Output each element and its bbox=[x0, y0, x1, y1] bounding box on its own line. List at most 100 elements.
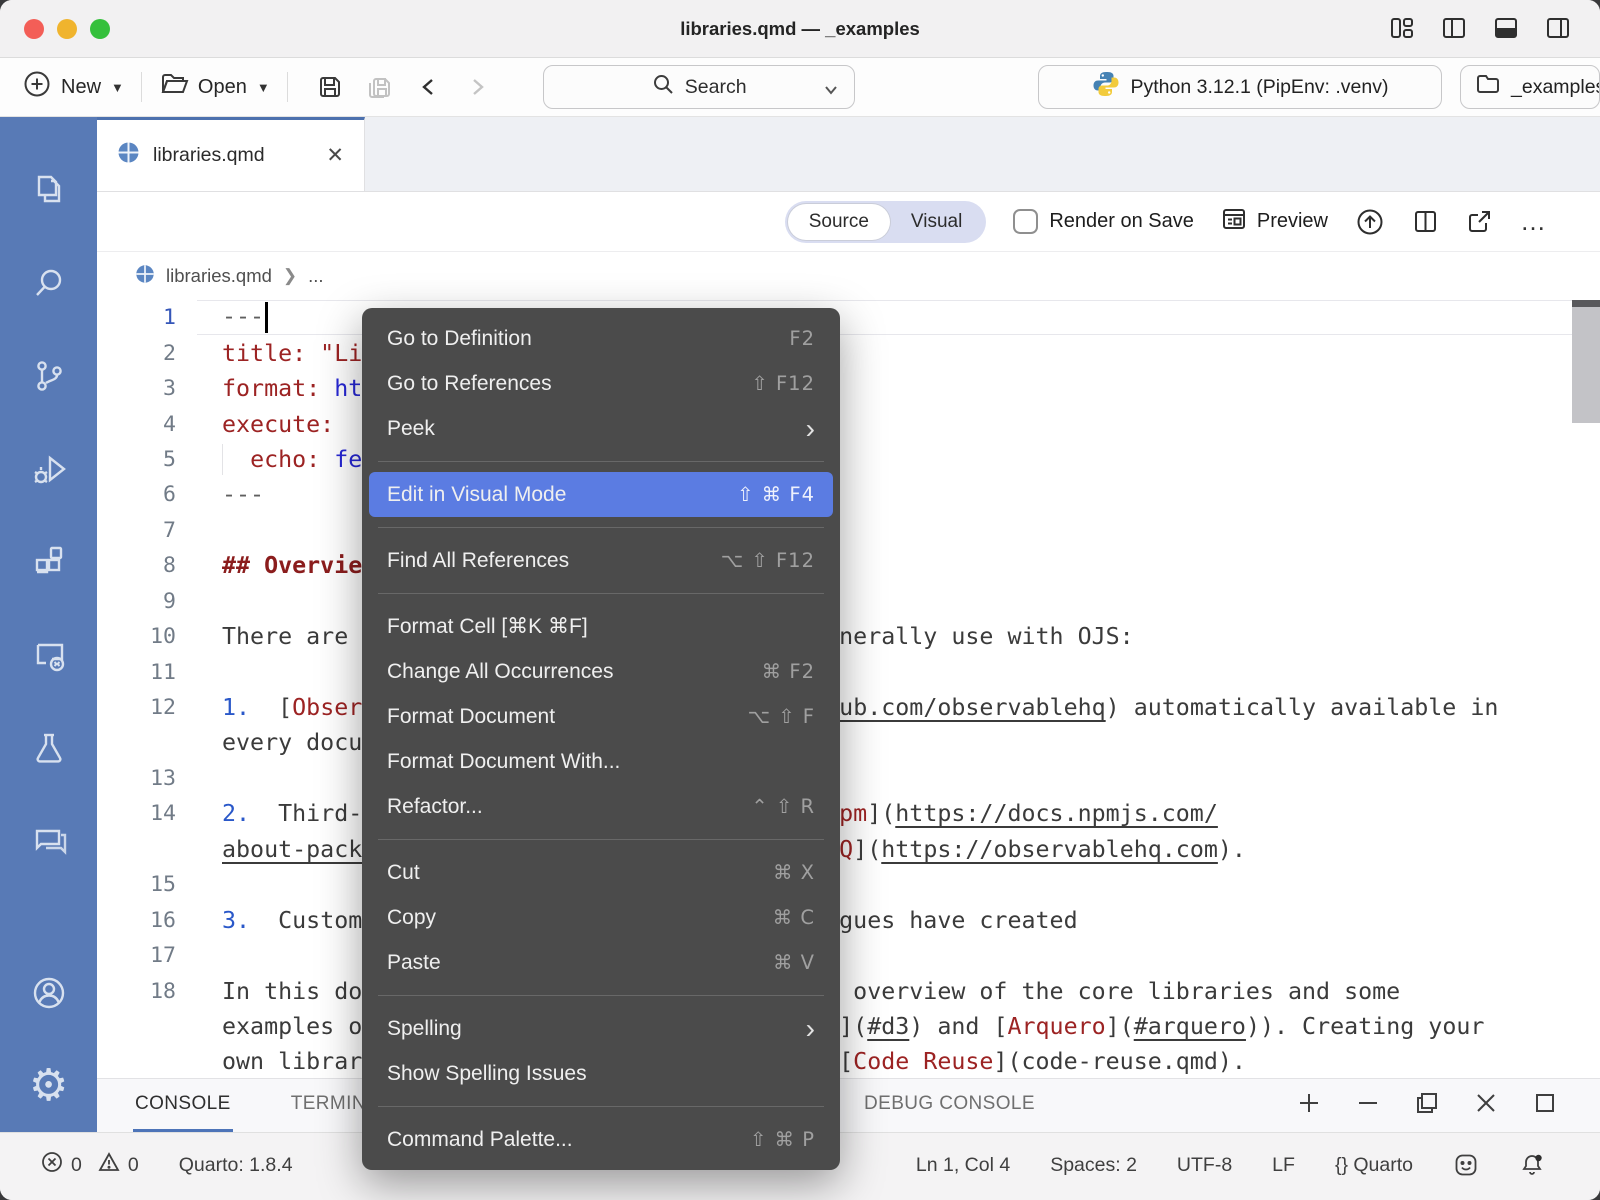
code-line[interactable]: 4execute: bbox=[97, 406, 1600, 441]
code-line[interactable]: 5 echo: fenced bbox=[97, 442, 1600, 477]
problems-indicator[interactable]: 0 0 bbox=[40, 1145, 139, 1185]
code-line[interactable]: 10There are three types of libraries you… bbox=[97, 619, 1600, 654]
line-number: 7 bbox=[97, 518, 176, 543]
sidebar-item-explorer[interactable] bbox=[0, 143, 97, 236]
code-line[interactable]: 1--- bbox=[97, 300, 1600, 335]
open-button[interactable]: Open ▼ bbox=[159, 69, 270, 105]
sidebar-item-extensions[interactable] bbox=[0, 515, 97, 608]
render-on-save-checkbox[interactable] bbox=[1013, 209, 1038, 234]
preview-button[interactable]: Preview bbox=[1221, 206, 1328, 238]
menu-item-change-all-occurrences[interactable]: Change All Occurrences⌘ F2 bbox=[369, 649, 833, 694]
editor-scrollbar[interactable] bbox=[1572, 300, 1600, 1078]
new-session-plus-icon[interactable] bbox=[1296, 1090, 1322, 1122]
code-line[interactable]: 2title: "Libraries" bbox=[97, 335, 1600, 370]
interpreter-selector[interactable]: Python 3.12.1 (PipEnv: .venv) bbox=[1038, 65, 1442, 109]
sidebar-item-source-control[interactable] bbox=[0, 329, 97, 422]
customize-layout-icon[interactable] bbox=[1388, 14, 1416, 42]
menu-item-command-palette[interactable]: Command Palette...⇧ ⌘ P bbox=[369, 1117, 833, 1162]
sidebar-item-account[interactable] bbox=[0, 946, 97, 1039]
panel-tab-debug[interactable]: DEBUG CONSOLE bbox=[862, 1079, 1037, 1132]
code-line[interactable]: examples of their use here (for example,… bbox=[97, 1009, 1600, 1044]
menu-item-format-document-with[interactable]: Format Document With... bbox=[369, 739, 833, 784]
sidebar-item-testing[interactable] bbox=[0, 701, 97, 794]
menu-item-spelling[interactable]: Spelling› bbox=[369, 1006, 833, 1051]
close-tab-icon[interactable]: ✕ bbox=[326, 143, 344, 168]
render-button[interactable] bbox=[1355, 207, 1385, 237]
menu-separator bbox=[378, 527, 824, 528]
line-number: 10 bbox=[97, 624, 176, 649]
back-button[interactable] bbox=[415, 72, 443, 102]
panel-tab-console[interactable]: CONSOLE bbox=[133, 1079, 233, 1132]
maximize-panel-icon[interactable] bbox=[1532, 1090, 1558, 1122]
close-panel-icon[interactable] bbox=[1473, 1090, 1499, 1122]
menu-item-edit-in-visual-mode[interactable]: Edit in Visual Mode⇧ ⌘ F4 bbox=[369, 472, 833, 517]
code-line[interactable]: 8## Overview bbox=[97, 548, 1600, 583]
code-line[interactable]: 121. [Observable core libraries](https:/… bbox=[97, 690, 1600, 725]
code-line[interactable]: 7 bbox=[97, 513, 1600, 548]
menu-item-format-document[interactable]: Format Document⌥ ⇧ F bbox=[369, 694, 833, 739]
menu-separator bbox=[378, 593, 824, 594]
code-line[interactable]: 142. Third-party libraries distributed v… bbox=[97, 796, 1600, 831]
scrollbar-thumb[interactable] bbox=[1572, 307, 1600, 423]
line-number: 13 bbox=[97, 766, 176, 791]
encoding[interactable]: UTF-8 bbox=[1177, 1145, 1232, 1185]
restore-panel-icon[interactable] bbox=[1414, 1090, 1440, 1122]
new-button[interactable]: New ▼ bbox=[22, 69, 124, 105]
menu-item-copy[interactable]: Copy⌘ C bbox=[369, 895, 833, 940]
feedback-smiley-icon[interactable] bbox=[1453, 1145, 1479, 1185]
code-line[interactable]: 13 bbox=[97, 761, 1600, 796]
code-line[interactable]: 163. Custom libraries that you or your c… bbox=[97, 902, 1600, 937]
toggle-panel-icon[interactable] bbox=[1492, 14, 1520, 42]
indentation[interactable]: Spaces: 2 bbox=[1050, 1145, 1137, 1185]
code-line[interactable]: 15 bbox=[97, 867, 1600, 902]
line-number: 6 bbox=[97, 482, 176, 507]
breadcrumb[interactable]: libraries.qmd ❯ ... bbox=[97, 252, 1600, 300]
menu-item-show-spelling-issues[interactable]: Show Spelling Issues bbox=[369, 1051, 833, 1096]
code-editor[interactable]: 1---2title: "Libraries"3format: html4exe… bbox=[97, 300, 1600, 1078]
minimize-panel-icon[interactable] bbox=[1355, 1090, 1381, 1122]
menu-item-cut[interactable]: Cut⌘ X bbox=[369, 850, 833, 895]
sidebar-item-run-debug[interactable] bbox=[0, 422, 97, 515]
menu-item-paste[interactable]: Paste⌘ V bbox=[369, 940, 833, 985]
tab-libraries-qmd[interactable]: libraries.qmd ✕ bbox=[97, 117, 365, 191]
eol-selector[interactable]: LF bbox=[1272, 1145, 1295, 1185]
code-line[interactable]: 6--- bbox=[97, 477, 1600, 512]
menu-item-go-to-references[interactable]: Go to References⇧ F12 bbox=[369, 361, 833, 406]
code-line[interactable]: 11 bbox=[97, 654, 1600, 689]
save-button[interactable] bbox=[315, 72, 345, 102]
search-input[interactable]: Search bbox=[543, 65, 855, 109]
menu-item-find-all-references[interactable]: Find All References⌥ ⇧ F12 bbox=[369, 538, 833, 583]
language-mode[interactable]: {} Quarto bbox=[1335, 1145, 1413, 1185]
cursor-position[interactable]: Ln 1, Col 4 bbox=[916, 1145, 1010, 1185]
sidebar-item-search[interactable] bbox=[0, 236, 97, 329]
source-mode-button[interactable]: Source bbox=[788, 204, 890, 240]
code-line[interactable]: 3format: html bbox=[97, 371, 1600, 406]
open-external-button[interactable] bbox=[1466, 208, 1493, 235]
code-line[interactable]: 17 bbox=[97, 938, 1600, 973]
code-line[interactable]: 18In this document we'll first provide a… bbox=[97, 973, 1600, 1008]
sidebar-item-comments[interactable] bbox=[0, 794, 97, 887]
code-line[interactable]: own libraries is also covered separately… bbox=[97, 1044, 1600, 1078]
account-icon bbox=[26, 970, 72, 1016]
forward-button[interactable] bbox=[463, 72, 491, 102]
render-on-save-toggle[interactable]: Render on Save bbox=[1013, 209, 1194, 234]
save-all-button[interactable] bbox=[365, 72, 395, 102]
line-number: 12 bbox=[97, 695, 176, 720]
notifications-bell-icon[interactable] bbox=[1519, 1145, 1545, 1185]
menu-item-go-to-definition[interactable]: Go to DefinitionF2 bbox=[369, 316, 833, 361]
toggle-secondary-sidebar-icon[interactable] bbox=[1544, 14, 1572, 42]
menu-item-format-cell[interactable]: Format Cell [⌘K ⌘F] bbox=[369, 604, 833, 649]
code-line[interactable]: every document. bbox=[97, 725, 1600, 760]
menu-item-peek[interactable]: Peek› bbox=[369, 406, 833, 451]
code-line[interactable]: about-packages-and-modules) and [Observa… bbox=[97, 832, 1600, 867]
split-editor-button[interactable] bbox=[1412, 208, 1439, 235]
toggle-primary-sidebar-icon[interactable] bbox=[1440, 14, 1468, 42]
sidebar-item-settings[interactable]: ⚙ bbox=[0, 1039, 97, 1132]
menu-item-refactor[interactable]: Refactor...⌃ ⇧ R bbox=[369, 784, 833, 829]
more-actions-button[interactable]: … bbox=[1520, 216, 1548, 226]
visual-mode-button[interactable]: Visual bbox=[890, 204, 983, 240]
code-line[interactable]: 9 bbox=[97, 584, 1600, 619]
sidebar-item-sessions[interactable] bbox=[0, 608, 97, 701]
workspace-selector[interactable]: _examples bbox=[1460, 65, 1600, 109]
quarto-version[interactable]: Quarto: 1.8.4 bbox=[179, 1145, 293, 1185]
